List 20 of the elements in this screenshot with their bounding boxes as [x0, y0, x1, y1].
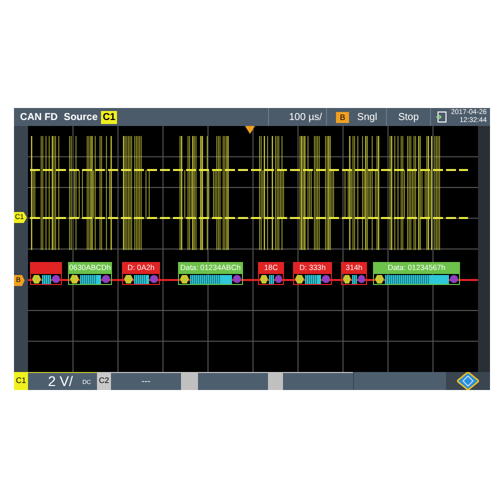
frame-bits-drawing — [293, 273, 332, 285]
frame-bits-drawing — [178, 273, 243, 285]
scale-label: 2 V/ — [48, 373, 73, 390]
source-tag[interactable]: C1 — [100, 110, 118, 124]
separator-bar — [181, 372, 198, 390]
source-label: Source — [64, 110, 98, 124]
channel-value-box[interactable]: --- — [111, 372, 181, 390]
mode-button[interactable]: Sngl — [357, 110, 378, 124]
frame-bits-drawing — [258, 273, 284, 285]
trigger-source-tag[interactable]: B — [336, 112, 350, 122]
frame-bits-drawing — [68, 273, 112, 285]
frame-bits-drawing — [30, 273, 62, 285]
channel-tag[interactable]: C2 — [97, 372, 111, 390]
frame-bits-drawing — [341, 273, 367, 285]
document-icon[interactable] — [436, 111, 447, 123]
frame-bits-drawing — [122, 273, 160, 285]
logo-icon — [457, 372, 479, 390]
separator-bar — [268, 372, 283, 390]
channel-tag[interactable]: C1 — [14, 372, 28, 390]
protocol-label: CAN FD — [20, 110, 58, 124]
